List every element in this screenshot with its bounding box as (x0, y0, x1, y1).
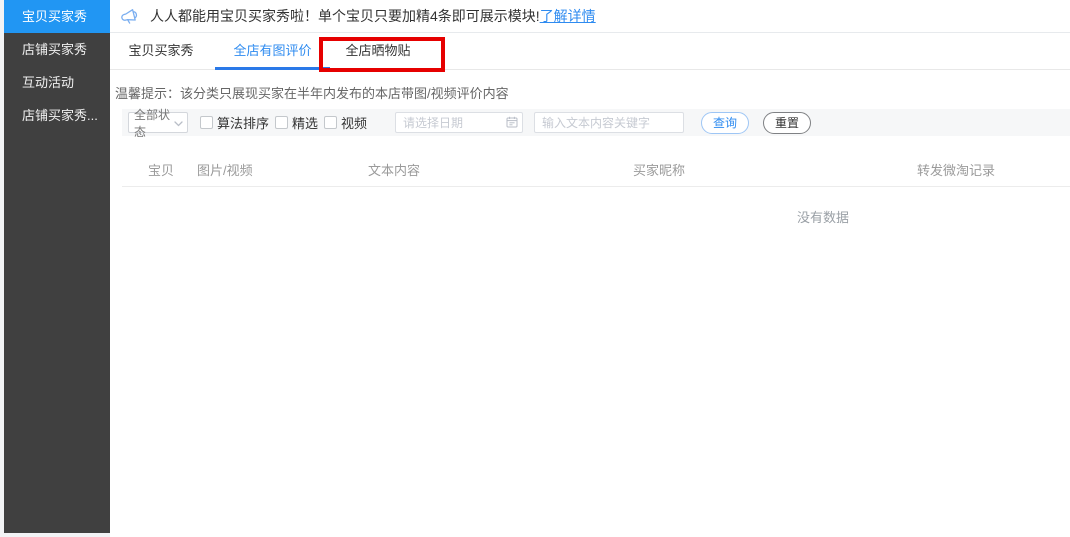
date-picker (395, 112, 523, 133)
status-select-value: 全部状态 (134, 106, 174, 140)
notice-text: 人人都能用宝贝买家秀啦！单个宝贝只要加精4条即可展示模块! (150, 6, 540, 26)
notice-bar: 人人都能用宝贝买家秀啦！单个宝贝只要加精4条即可展示模块! 了解详情 (110, 0, 1070, 33)
empty-state-text: 没有数据 (797, 207, 849, 226)
checkbox-box (200, 116, 213, 129)
checkbox-box (275, 116, 288, 129)
keyword-input[interactable] (534, 112, 684, 133)
tab-shop-show-posts[interactable]: 全店晒物贴 (345, 33, 411, 70)
featured-checkbox[interactable]: 精选 (275, 113, 318, 132)
buyer-show-admin-page: 宝贝买家秀 店铺买家秀 互动活动 店铺买家秀... 人人都能用宝贝买家秀啦！单个… (0, 0, 1070, 537)
tab-bar: 宝贝买家秀 全店有图评价 全店晒物贴 (110, 33, 1070, 70)
sidebar-item-product-buyer-show[interactable]: 宝贝买家秀 (4, 0, 110, 33)
column-header-weitao-forward: 转发微淘记录 (917, 160, 995, 179)
sidebar-item-interactive-activity[interactable]: 互动活动 (4, 66, 110, 99)
sidebar-item-shop-buyer-show-truncated[interactable]: 店铺买家秀... (4, 99, 110, 132)
checkbox-label: 算法排序 (217, 113, 269, 132)
column-header-image-video: 图片/视频 (197, 160, 253, 179)
table-header-divider (122, 186, 1070, 187)
date-input[interactable] (395, 112, 523, 133)
tab-product-buyer-show[interactable]: 宝贝买家秀 (128, 33, 194, 70)
main-content: 人人都能用宝贝买家秀啦！单个宝贝只要加精4条即可展示模块! 了解详情 宝贝买家秀… (110, 0, 1070, 537)
column-header-buyer-nickname: 买家昵称 (633, 160, 685, 179)
video-checkbox[interactable]: 视频 (324, 113, 367, 132)
page-bottom-gutter (0, 533, 110, 537)
checkbox-box (324, 116, 337, 129)
filter-bar: 全部状态 算法排序 精选 视频 (122, 109, 1070, 136)
tab-shop-photo-reviews[interactable]: 全店有图评价 (215, 33, 330, 70)
reset-button[interactable]: 重置 (763, 112, 811, 134)
algorithm-sort-checkbox[interactable]: 算法排序 (200, 113, 269, 132)
checkbox-label: 精选 (292, 113, 318, 132)
query-button[interactable]: 查询 (701, 112, 749, 134)
learn-more-link[interactable]: 了解详情 (540, 6, 596, 26)
status-select[interactable]: 全部状态 (128, 112, 188, 133)
hint-text: 温馨提示：该分类只展现买家在半年内发布的本店带图/视频评价内容 (115, 83, 509, 102)
column-header-text-content: 文本内容 (368, 160, 420, 179)
chevron-down-icon (174, 116, 183, 130)
checkbox-label: 视频 (341, 113, 367, 132)
column-header-product: 宝贝 (148, 160, 174, 179)
megaphone-icon (119, 6, 143, 26)
sidebar: 宝贝买家秀 店铺买家秀 互动活动 店铺买家秀... (4, 0, 110, 533)
calendar-icon (506, 116, 518, 131)
sidebar-item-shop-buyer-show[interactable]: 店铺买家秀 (4, 33, 110, 66)
